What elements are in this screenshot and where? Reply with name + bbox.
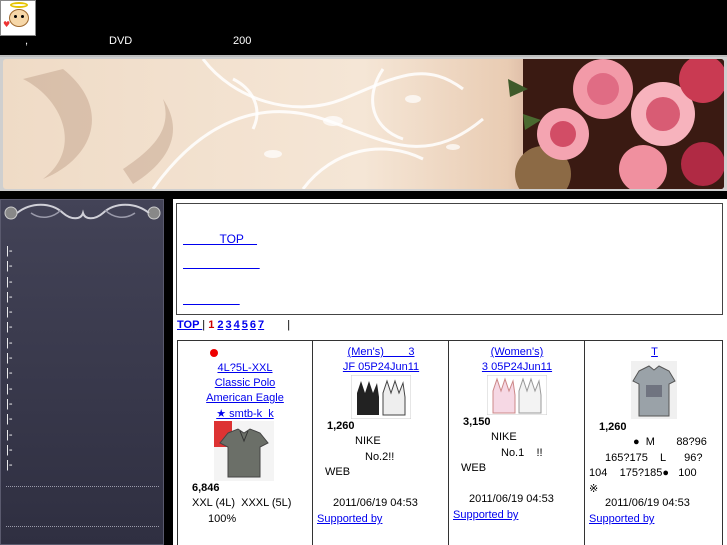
sidebar-item[interactable]: |- [6, 275, 13, 290]
product-card: T 1,260 ● M 88?96 165?175 L 96? 104 175?… [585, 341, 724, 545]
red-dot-icon [210, 349, 218, 357]
sidebar-item[interactable]: |- [6, 397, 13, 412]
product-title[interactable]: T [589, 346, 720, 358]
product-card: (Men's) 3 JF 05P24Jun11 1,260 NIKE No.2!… [313, 341, 449, 545]
pager-page-link[interactable]: 4 [234, 319, 240, 331]
pager-page-link[interactable]: 7 [258, 319, 264, 331]
product-title[interactable]: American Eagle [184, 392, 306, 404]
supported-by-link[interactable]: Supported by [317, 513, 382, 525]
product-desc: XXL (4L) XXXL (5L) [192, 497, 292, 509]
pager-separator: | [202, 319, 206, 331]
product-desc: NIKE [491, 431, 517, 443]
pager-top-link[interactable]: TOP [177, 319, 202, 331]
sidebar-divider [6, 486, 159, 487]
polo-shirt-image[interactable] [214, 421, 274, 481]
product-title[interactable]: Classic Polo [184, 377, 306, 389]
banner-image [3, 59, 724, 189]
hero-banner [0, 55, 727, 191]
notice-box: TOP [176, 203, 723, 315]
sidebar-menu: |- |- |- |- |- |- |- |- |- |- |- |- |- |… [6, 244, 13, 473]
product-desc: No.2!! [365, 451, 395, 463]
notice-link[interactable] [183, 256, 260, 270]
site-logo[interactable]: ♥ [0, 0, 36, 36]
pager-page-link[interactable]: 3 [226, 319, 232, 331]
pager-current-page: 1 [208, 319, 215, 331]
notice-link-top[interactable]: TOP [183, 232, 257, 246]
t-shirt-image[interactable] [631, 361, 677, 419]
product-desc: 100% [208, 513, 237, 525]
sidebar-item[interactable]: |- [6, 412, 13, 427]
sidebar: |- |- |- |- |- |- |- |- |- |- |- |- |- |… [0, 199, 164, 545]
product-desc: ※ [589, 483, 599, 495]
ornament-icon [4, 203, 161, 220]
sidebar-item[interactable]: |- [6, 458, 13, 473]
mascot-face-icon [9, 9, 29, 27]
mascot-eye-icon [14, 15, 17, 18]
sidebar-item[interactable]: |- [6, 443, 13, 458]
product-title[interactable]: JF 05P24Jun11 [317, 361, 445, 373]
sidebar-item[interactable]: |- [6, 320, 13, 335]
product-card: (Women's) 3 05P24Jun11 3,150 NIKE No.1 !… [449, 341, 585, 545]
supported-by-link[interactable]: Supported by [589, 513, 654, 525]
header: ♥ , DVD 200 [0, 0, 727, 54]
product-date: 2011/06/19 04:53 [333, 497, 418, 509]
sidebar-item[interactable]: |- [6, 259, 13, 274]
product-desc: ● M 88?96 [633, 436, 707, 448]
product-desc: WEB [325, 466, 351, 478]
heart-icon: ♥ [3, 20, 11, 29]
product-price: 1,260 [599, 421, 627, 433]
product-price: 3,150 [463, 416, 491, 428]
product-price: 6,846 [192, 482, 220, 494]
sidebar-item[interactable]: |- [6, 351, 13, 366]
top-nav-item[interactable]: , [25, 35, 28, 47]
product-desc: 104 175?185● 100 [589, 467, 697, 479]
product-title[interactable]: 3 05P24Jun11 [453, 361, 581, 373]
sidebar-item[interactable]: |- [6, 305, 13, 320]
top-nav: , DVD 200 [0, 35, 727, 49]
sidebar-item[interactable]: |- [6, 336, 13, 351]
pager-page-link[interactable]: 6 [250, 319, 256, 331]
pager-separator: | [287, 319, 291, 331]
golf-glove-image[interactable] [351, 375, 411, 419]
pager-page-link[interactable]: 2 [217, 319, 223, 331]
womens-glove-image[interactable] [487, 375, 547, 415]
product-title[interactable]: (Women's) [453, 346, 581, 358]
product-card: 4L?5L-XXL Classic Polo American Eagle ★ … [178, 341, 313, 545]
page: ♥ , DVD 200 |- |- |- |- |- |- |- |- |- |… [0, 0, 727, 545]
notice-link[interactable] [183, 292, 240, 306]
product-title[interactable]: 4L?5L-XXL [184, 362, 306, 374]
top-nav-item-200[interactable]: 200 [233, 35, 251, 47]
sidebar-item[interactable]: |- [6, 290, 13, 305]
product-desc: No.1 !! [501, 447, 543, 459]
product-price: 1,260 [327, 420, 355, 432]
pagination: TOP | 1 234567 | [177, 319, 290, 331]
product-title[interactable]: ★ smtb-k k [184, 407, 306, 420]
sidebar-item[interactable]: |- [6, 366, 13, 381]
product-title[interactable]: (Men's) 3 [317, 346, 445, 358]
main-content: TOP TOP | 1 234567 | 4L?5L-XXL Classic P… [173, 199, 727, 545]
mascot-eye-icon [21, 15, 24, 18]
product-desc: WEB [461, 462, 487, 474]
product-date: 2011/06/19 04:53 [605, 497, 690, 509]
halo-icon [10, 2, 28, 8]
pager-page-link[interactable]: 5 [242, 319, 248, 331]
supported-by-link[interactable]: Supported by [453, 509, 518, 521]
product-grid: 4L?5L-XXL Classic Polo American Eagle ★ … [177, 340, 723, 545]
top-nav-item-dvd[interactable]: DVD [109, 35, 132, 47]
sidebar-item[interactable]: |- [6, 244, 13, 259]
floral-swirl-artwork [23, 59, 724, 189]
product-date: 2011/06/19 04:53 [469, 493, 554, 505]
sidebar-item[interactable]: |- [6, 382, 13, 397]
sidebar-divider [6, 526, 159, 527]
product-desc: 165?175 L 96? [605, 452, 703, 464]
product-desc: NIKE [355, 435, 381, 447]
sidebar-item[interactable]: |- [6, 428, 13, 443]
